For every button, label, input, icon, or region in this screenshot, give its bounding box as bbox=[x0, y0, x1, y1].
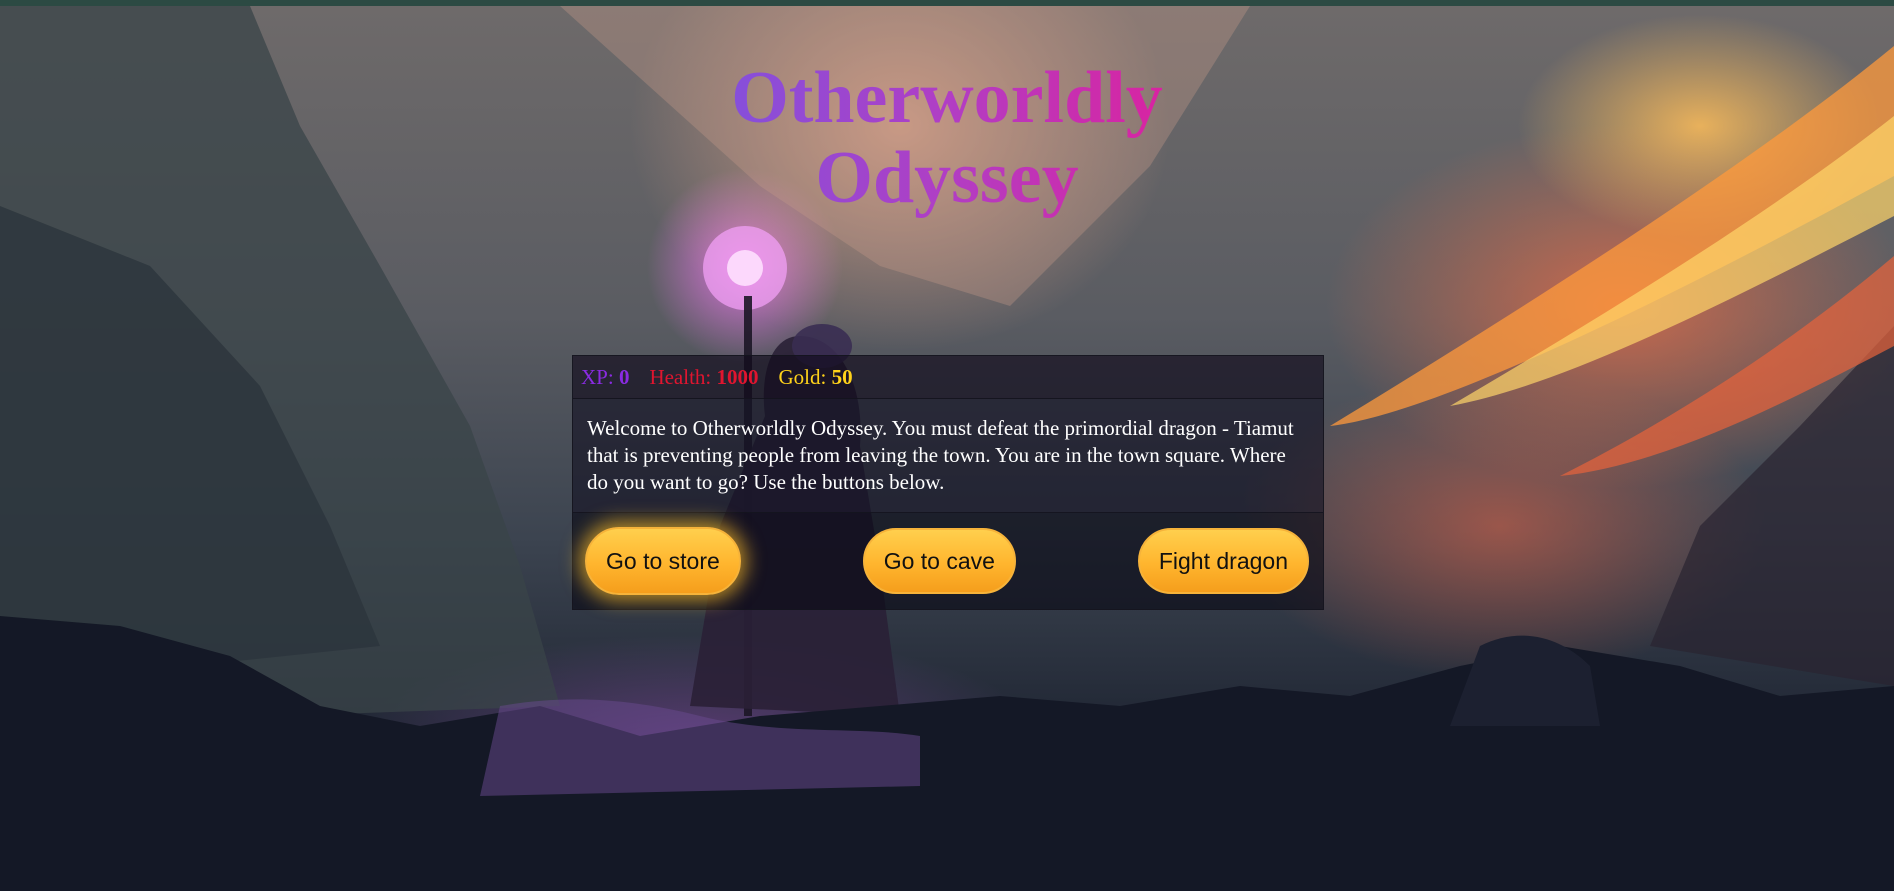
gold-label: Gold: bbox=[778, 364, 827, 389]
health-label: Health: bbox=[649, 364, 712, 389]
story-text: Welcome to Otherworldly Odyssey. You mus… bbox=[573, 399, 1323, 513]
xp-label: XP: bbox=[581, 364, 614, 389]
xp-stat: XP: 0 bbox=[581, 365, 629, 390]
gold-value: 50 bbox=[831, 364, 853, 389]
window-top-bar bbox=[0, 0, 1894, 6]
xp-value: 0 bbox=[618, 364, 630, 389]
controls-bar: Go to store Go to cave Fight dragon bbox=[573, 513, 1323, 609]
health-stat: Health: 1000 bbox=[649, 365, 758, 390]
title-container: Otherworldly Odyssey bbox=[600, 58, 1294, 218]
stats-bar: XP: 0 Health: 1000 Gold: 50 bbox=[573, 356, 1323, 399]
game-panel: XP: 0 Health: 1000 Gold: 50 Welcome to O… bbox=[572, 355, 1324, 610]
go-to-store-button[interactable]: Go to store bbox=[585, 527, 741, 595]
fight-dragon-button[interactable]: Fight dragon bbox=[1137, 528, 1309, 594]
game-title: Otherworldly Odyssey bbox=[600, 58, 1294, 218]
go-to-cave-button[interactable]: Go to cave bbox=[862, 528, 1016, 594]
gold-stat: Gold: 50 bbox=[779, 365, 853, 390]
health-value: 1000 bbox=[716, 364, 759, 389]
